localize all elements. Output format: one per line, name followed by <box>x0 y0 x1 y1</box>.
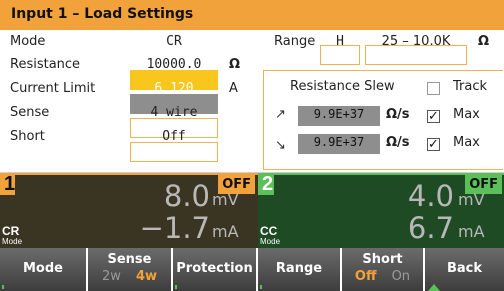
channel-1-mode-value: CR <box>2 224 20 238</box>
sense-softkey[interactable]: Sense 2w 4w <box>88 248 171 291</box>
range-unit: Ω <box>478 34 490 49</box>
back-indicator-icon <box>428 284 440 291</box>
channel-2-voltage: 4.0 <box>407 179 454 213</box>
sense-label: Sense <box>10 105 50 120</box>
channel-1-mode: CR Mode <box>2 225 26 246</box>
protection-softkey[interactable]: Protection <box>173 248 256 291</box>
softkey-indicator <box>260 285 262 289</box>
rise-max-checkbox[interactable]: ✓ <box>427 108 440 123</box>
softkey-indicator <box>175 285 177 289</box>
check-icon: ✓ <box>428 136 439 151</box>
channel-1-voltage-unit: mV <box>212 190 239 209</box>
fall-max-label: Max <box>453 135 480 150</box>
rise-slew-unit: Ω/s <box>386 107 410 122</box>
resistance-slew-title: Resistance Slew <box>290 79 395 94</box>
softkey-indicator <box>2 285 4 289</box>
mode-label: Mode <box>10 34 46 49</box>
fall-slew-value[interactable]: 9.9E+37 <box>298 135 380 149</box>
channel-2-mode: CC Mode <box>260 225 284 246</box>
range-span: 25 – 10.0K <box>381 34 451 49</box>
short-value[interactable]: Off <box>130 129 218 144</box>
track-checkbox[interactable] <box>427 82 440 95</box>
short-softkey-label: Short <box>362 252 403 267</box>
channel-2-current-unit: mA <box>458 222 485 241</box>
channel-2-number: 2 <box>258 173 274 195</box>
channel-2-current: 6.7 <box>407 211 454 245</box>
resistance-value[interactable]: 10000.0 <box>130 57 218 72</box>
sense-option-4w: 4w <box>135 269 158 284</box>
short-softkey-options: Off On <box>342 269 423 284</box>
range-value[interactable]: H <box>320 34 360 49</box>
channel-1-current: −1.7 <box>139 211 210 245</box>
current-limit-label: Current Limit <box>10 81 96 96</box>
page-title: Input 1 – Load Settings <box>11 6 194 22</box>
title-bar: Input 1 – Load Settings <box>0 0 504 30</box>
mode-softkey[interactable]: Mode <box>0 248 86 291</box>
resistance-unit: Ω <box>229 57 241 72</box>
resistance-label: Resistance <box>10 57 81 72</box>
channel-2-voltage-unit: mV <box>458 190 485 209</box>
fall-max-checkbox[interactable]: ✓ <box>427 136 440 151</box>
short-softkey[interactable]: Short Off On <box>342 248 423 291</box>
channel-1-panel[interactable]: 1 OFF 8.0 mV −1.7 mA CR Mode <box>0 173 258 248</box>
short-field[interactable] <box>130 142 218 162</box>
track-label: Track <box>453 79 488 94</box>
channel-2-mode-value: CC <box>260 224 278 238</box>
short-option-off: Off <box>354 269 377 284</box>
mode-softkey-label: Mode <box>23 261 63 276</box>
mode-value[interactable]: CR <box>130 34 218 49</box>
channel-1-number: 1 <box>0 173 15 195</box>
fall-arrow-icon: ↘ <box>275 137 286 152</box>
sense-value[interactable]: 4 wire <box>130 105 218 120</box>
fall-slew-unit: Ω/s <box>386 135 410 150</box>
check-icon: ✓ <box>428 108 439 123</box>
channel-2-mode-label: Mode <box>260 237 281 246</box>
short-option-on: On <box>391 269 411 284</box>
current-limit-value[interactable]: 6.120 <box>130 81 218 96</box>
sense-softkey-label: Sense <box>107 252 152 267</box>
channel-1-mode-label: Mode <box>2 237 23 246</box>
current-limit-unit: A <box>229 81 238 96</box>
rise-slew-value[interactable]: 9.9E+37 <box>298 107 380 121</box>
rise-max-label: Max <box>453 107 480 122</box>
back-softkey[interactable]: Back <box>425 248 504 291</box>
back-softkey-label: Back <box>446 261 483 276</box>
channel-1-voltage: 8.0 <box>163 179 210 213</box>
protection-softkey-label: Protection <box>176 261 253 276</box>
channel-1-current-unit: mA <box>212 222 239 241</box>
rise-arrow-icon: ↗ <box>275 106 286 121</box>
range-softkey-label: Range <box>275 261 323 276</box>
sense-option-2w: 2w <box>101 269 121 284</box>
range-softkey[interactable]: Range <box>258 248 340 291</box>
range-label: Range <box>274 34 316 49</box>
channel-2-panel[interactable]: 2 OFF 4.0 mV 6.7 mA CC Mode <box>258 173 504 248</box>
sense-softkey-options: 2w 4w <box>88 269 171 284</box>
short-label: Short <box>10 129 45 144</box>
